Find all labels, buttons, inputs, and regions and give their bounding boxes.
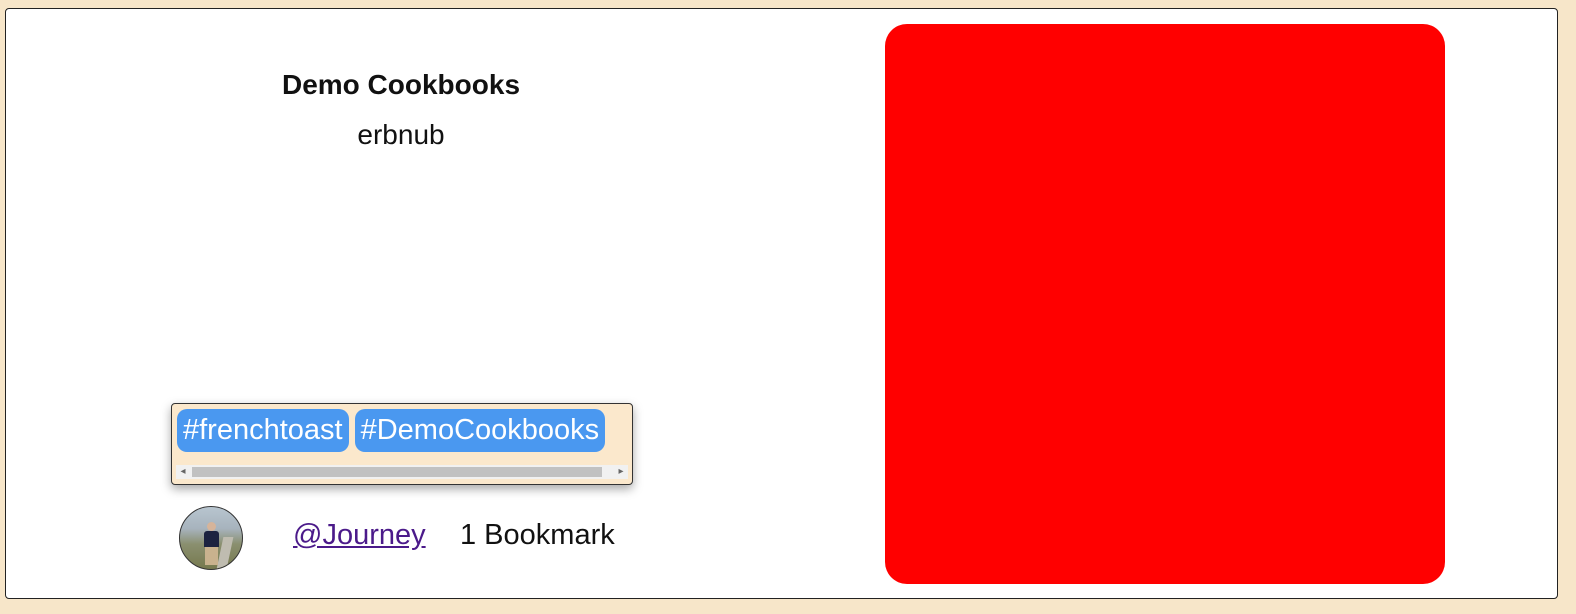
avatar-photo-head	[207, 522, 216, 531]
scroll-right-arrow-icon[interactable]: ▸	[614, 465, 628, 479]
avatar-photo-body	[204, 531, 219, 547]
scroll-left-arrow-icon[interactable]: ◂	[176, 465, 190, 479]
scroll-thumb[interactable]	[192, 467, 602, 477]
tag-democookbooks[interactable]: #DemoCookbooks	[354, 409, 606, 452]
cookbook-card: Demo Cookbooks erbnub #frenchtoast #DemoC…	[5, 8, 1558, 599]
avatar[interactable]	[179, 506, 243, 570]
tag-frenchtoast[interactable]: #frenchtoast	[177, 409, 349, 452]
avatar-photo-path	[216, 537, 234, 569]
tags-row: #frenchtoast #DemoCookbooks	[177, 409, 611, 452]
cookbook-subtitle: erbnub	[357, 119, 445, 150]
horizontal-scrollbar[interactable]: ◂ ▸	[176, 465, 628, 479]
bookmark-count: 1 Bookmark	[460, 519, 615, 551]
cookbook-title: Demo Cookbooks	[281, 69, 521, 100]
tags-scroll-container[interactable]: #frenchtoast #DemoCookbooks ◂ ▸	[171, 403, 633, 485]
avatar-photo-legs	[205, 547, 218, 565]
cookbook-image[interactable]	[885, 24, 1445, 584]
user-handle-link[interactable]: @Journey	[293, 519, 426, 552]
